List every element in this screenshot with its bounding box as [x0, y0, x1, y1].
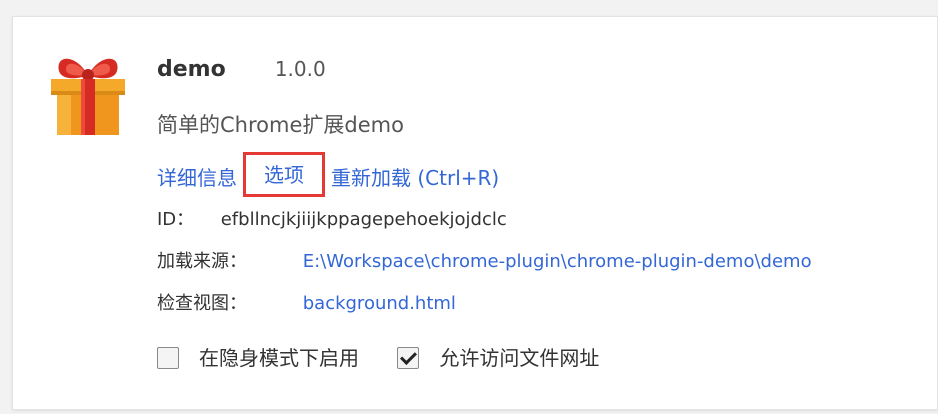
source-path-link[interactable]: E:\Workspace\chrome-plugin\chrome-plugin…	[303, 251, 812, 272]
inspect-views-label: 检查视图：	[157, 293, 247, 314]
extension-name: demo	[157, 57, 226, 82]
file-access-checkbox[interactable]	[397, 347, 420, 369]
source-label: 加载来源：	[157, 251, 247, 272]
links-row: 详细信息 选项 重新加载 (Ctrl+R)	[157, 152, 499, 200]
incognito-label: 在隐身模式下启用	[199, 346, 359, 370]
file-access-label: 允许访问文件网址	[439, 346, 600, 370]
id-row: ID： efbllncjkjiijkppagepehoekjojdclc	[157, 205, 507, 231]
extension-version: 1.0.0	[274, 57, 326, 81]
inspect-views-row: 检查视图： background.html	[157, 289, 456, 315]
options-link[interactable]: 选项	[264, 163, 304, 187]
checkbox-row: 在隐身模式下启用 允许访问文件网址	[157, 342, 599, 371]
gift-icon	[51, 58, 125, 135]
extension-description: 简单的Chrome扩展demo	[157, 113, 404, 137]
incognito-checkbox[interactable]	[157, 347, 179, 369]
background-page-link[interactable]: background.html	[303, 293, 456, 314]
incognito-option: 在隐身模式下启用	[157, 342, 359, 371]
reload-link[interactable]: 重新加载 (Ctrl+R)	[331, 166, 499, 190]
source-row: 加载来源： E:\Workspace\chrome-plugin\chrome-…	[157, 247, 812, 273]
details-link[interactable]: 详细信息	[157, 166, 237, 190]
extension-card: demo 1.0.0 简单的Chrome扩展demo 详细信息 选项 重新加载 (C…	[12, 16, 938, 410]
id-label: ID：	[157, 209, 195, 230]
file-access-option: 允许访问文件网址	[397, 342, 599, 371]
id-value: efbllncjkjiijkppagepehoekjojdclc	[220, 209, 507, 230]
title-row: demo 1.0.0	[157, 57, 326, 82]
options-highlight-box: 选项	[243, 152, 325, 197]
